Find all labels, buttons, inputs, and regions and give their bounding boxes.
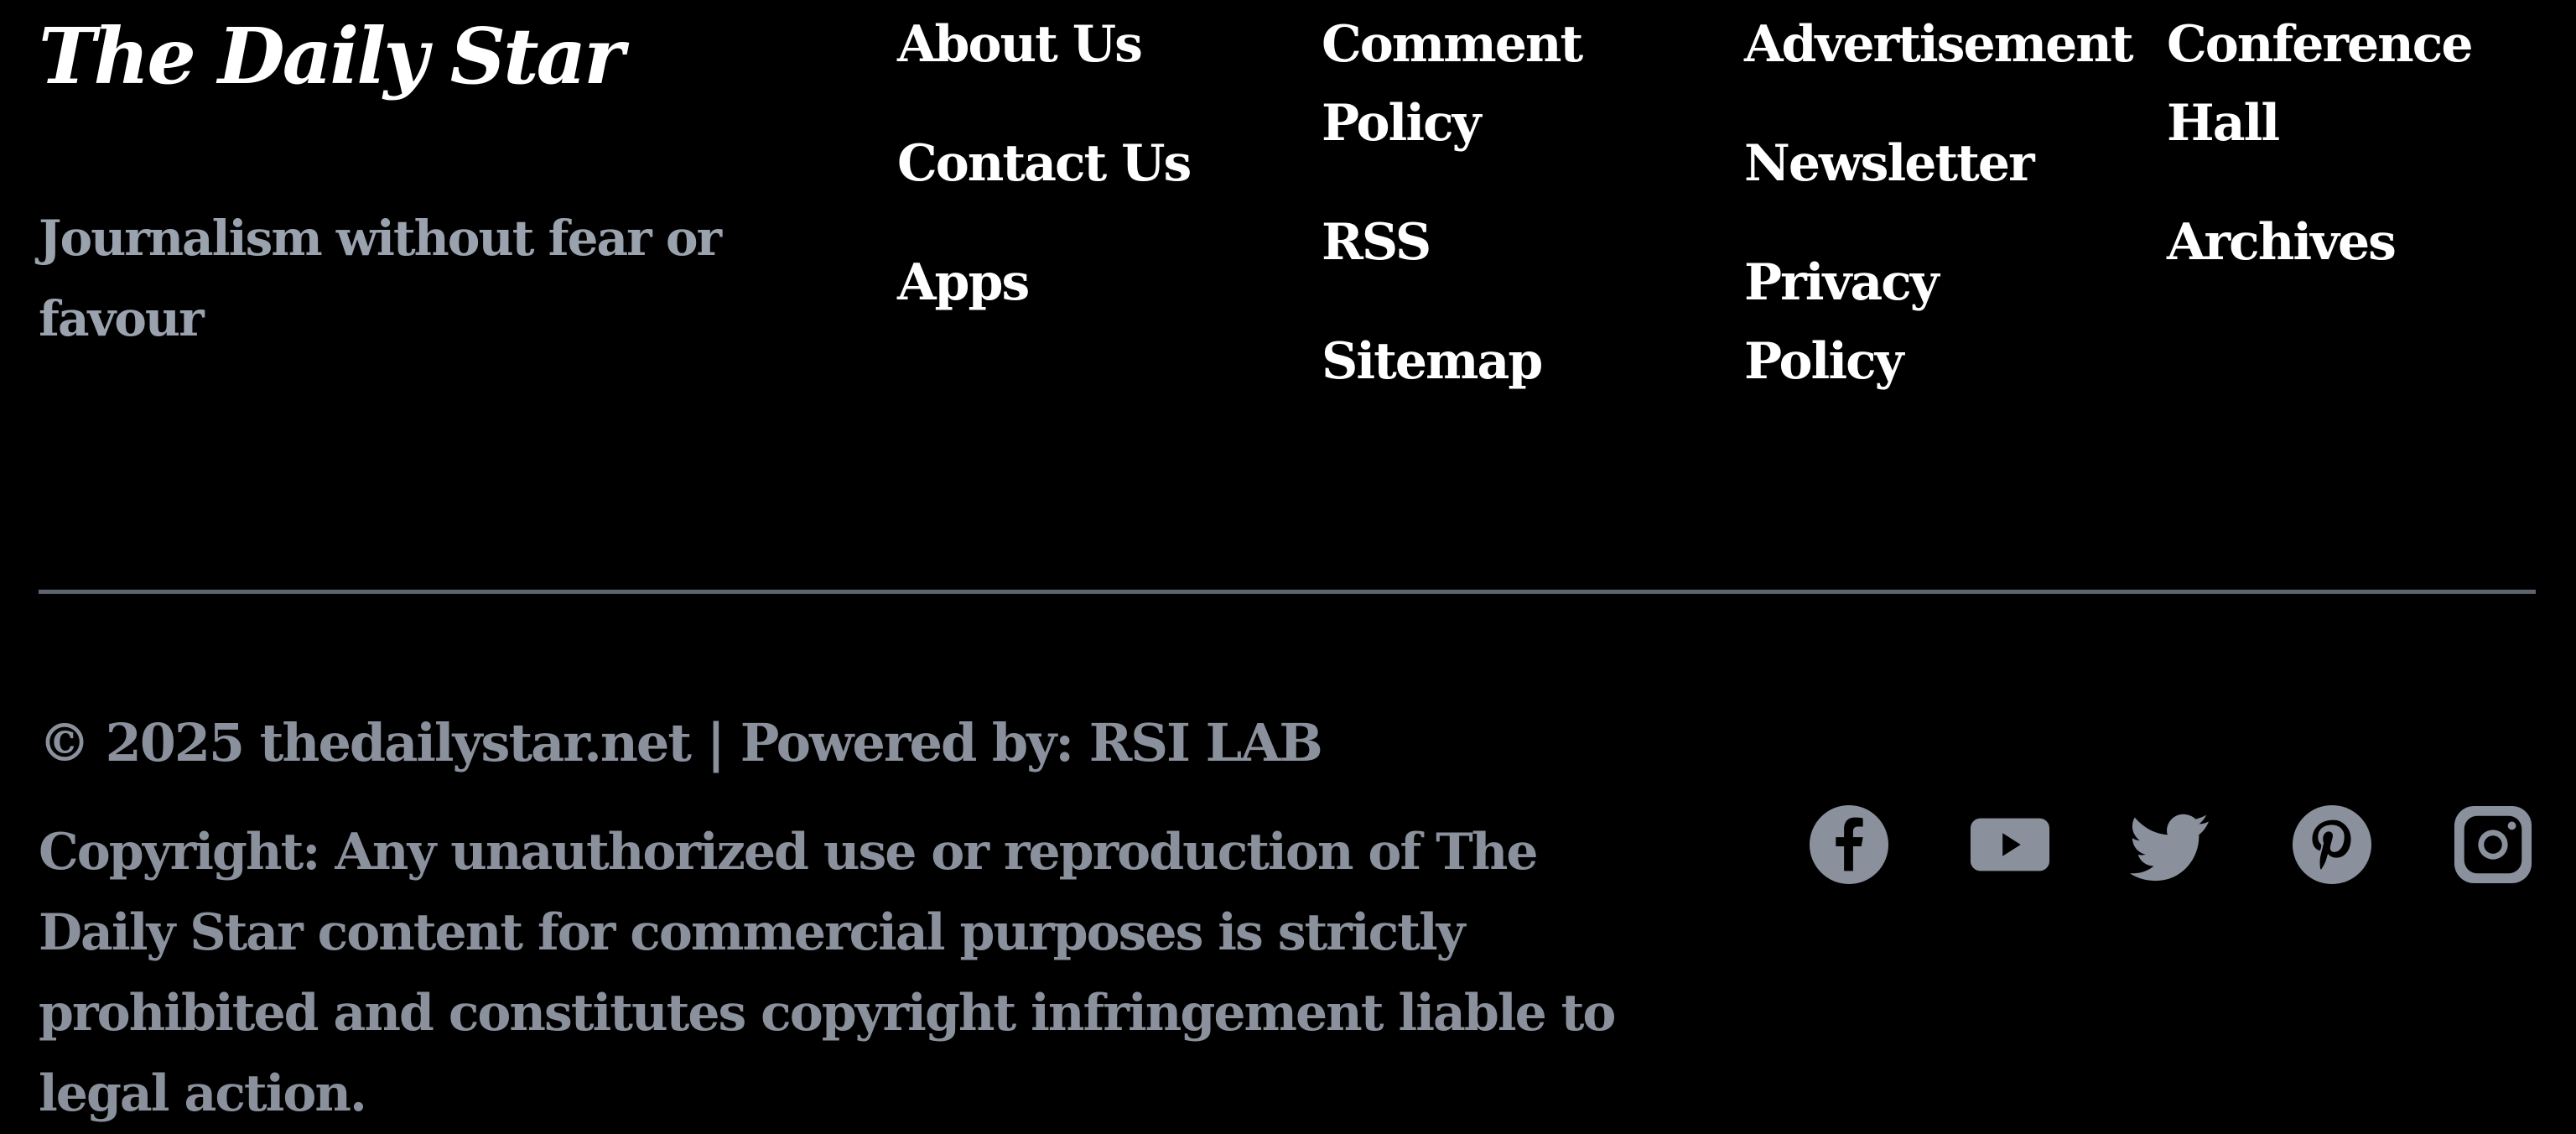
sitemap-link[interactable]: Sitemap bbox=[1322, 322, 1590, 401]
privacy-policy-link[interactable]: Privacy Policy bbox=[1744, 243, 2012, 401]
footer-column-2: Comment Policy RSS Sitemap bbox=[1322, 5, 1590, 441]
contact-us-link[interactable]: Contact Us bbox=[897, 124, 1192, 203]
copyright-disclaimer: Copyright: Any unauthorized use or repro… bbox=[39, 823, 1616, 1123]
rss-link[interactable]: RSS bbox=[1322, 203, 1590, 282]
footer-column-3: Advertisement Newsletter Privacy Policy bbox=[1744, 5, 2134, 441]
newsletter-link[interactable]: Newsletter bbox=[1744, 124, 2132, 203]
social-links bbox=[1808, 804, 2534, 886]
twitter-icon[interactable] bbox=[2130, 804, 2212, 886]
youtube-icon[interactable] bbox=[1969, 804, 2051, 886]
tagline: Journalism without fear or favour bbox=[39, 210, 722, 347]
footer-column-1: About Us Contact Us Apps bbox=[897, 5, 1192, 362]
footer-divider bbox=[39, 590, 2536, 594]
advertisement-link[interactable]: Advertisement bbox=[1744, 5, 2134, 84]
comment-policy-link[interactable]: Comment Policy bbox=[1322, 5, 1590, 163]
about-us-link[interactable]: About Us bbox=[897, 5, 1190, 84]
copyright-line: © 2025 thedailystar.net | Powered by: RS… bbox=[39, 712, 1323, 773]
facebook-icon[interactable] bbox=[1808, 804, 1890, 886]
apps-link[interactable]: Apps bbox=[897, 243, 1190, 322]
pinterest-icon[interactable] bbox=[2291, 804, 2373, 886]
conference-hall-link[interactable]: Conference Hall bbox=[2167, 5, 2474, 163]
daily-star-logo[interactable]: The Daily Star bbox=[39, 2, 625, 111]
instagram-icon[interactable] bbox=[2452, 804, 2534, 886]
footer-column-4: Conference Hall Archives bbox=[2167, 5, 2474, 322]
archives-link[interactable]: Archives bbox=[2167, 203, 2435, 282]
